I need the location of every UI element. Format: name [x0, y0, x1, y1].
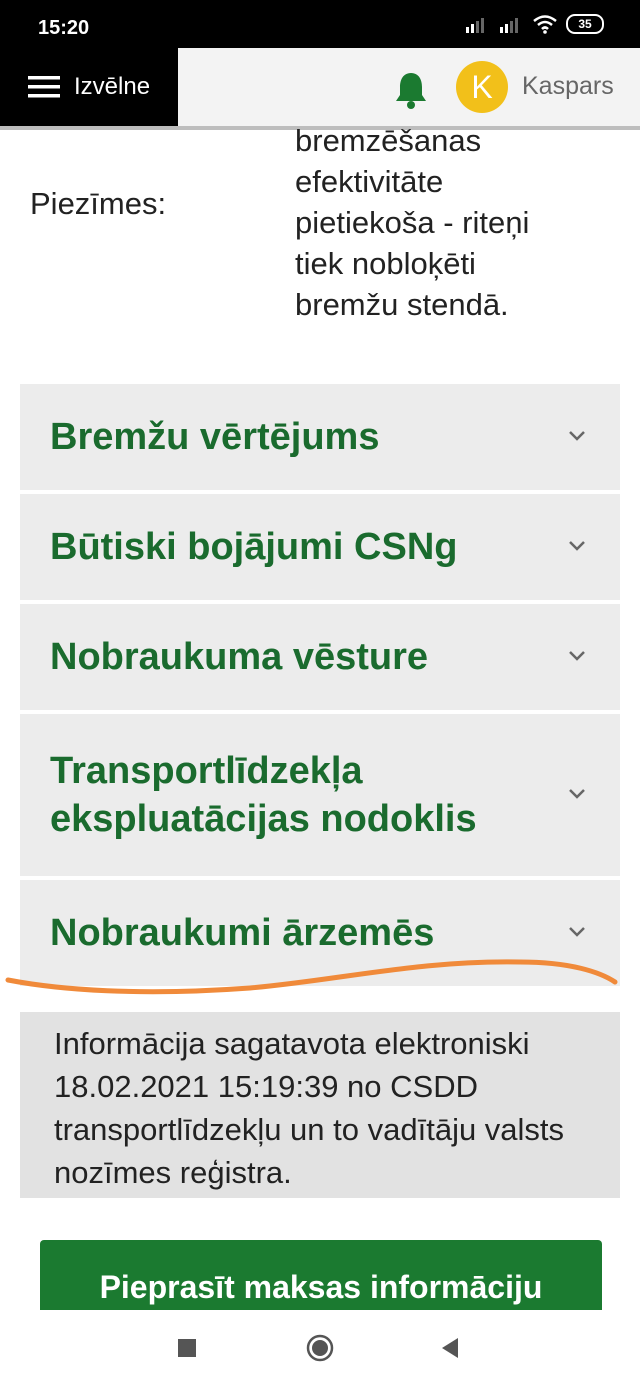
notes-line: pietiekoša - riteņi: [295, 205, 530, 240]
battery-icon: 35: [566, 14, 604, 34]
bell-icon[interactable]: [393, 70, 429, 110]
accordion-major-defects[interactable]: Būtiski bojājumi CSNg: [20, 494, 620, 600]
accordion-title: Bremžu vērtējums: [50, 416, 380, 458]
accordion-title: Nobraukumi ārzemēs: [50, 912, 435, 954]
accordion-brake-rating[interactable]: Bremžu vērtējums: [20, 384, 620, 490]
user-name[interactable]: Kaspars: [522, 72, 614, 101]
notes-label: Piezīmes:: [30, 186, 167, 221]
signal-icon: [466, 18, 484, 33]
request-paid-info-label: Pieprasīt maksas informāciju: [99, 1269, 543, 1305]
chevron-down-icon: [569, 541, 585, 551]
avatar[interactable]: K: [456, 61, 508, 113]
menu-label: Izvēlne: [74, 73, 151, 100]
accordion-mileage-abroad[interactable]: Nobraukumi ārzemēs: [20, 880, 620, 986]
notes-line: efektivitāte: [295, 164, 444, 199]
accordion-title: Būtiski bojājumi CSNg: [50, 526, 458, 568]
accordion-vehicle-tax[interactable]: Transportlīdzekļa ekspluatācijas nodokli…: [20, 714, 620, 876]
recents-icon[interactable]: [178, 1339, 196, 1357]
menu-button[interactable]: Izvēlne: [0, 48, 178, 126]
accordion-title: Transportlīdzekļa ekspluatācijas nodokli…: [50, 750, 477, 840]
chevron-down-icon: [569, 927, 585, 937]
info-notice: Informācija sagatavota elektroniski 18.0…: [20, 1012, 620, 1198]
notes-line: tiek nobloķēti: [295, 246, 476, 281]
chevron-down-icon: [569, 431, 585, 441]
back-icon[interactable]: [440, 1337, 460, 1359]
accordion-mileage-history[interactable]: Nobraukuma vēsture: [20, 604, 620, 710]
chevron-down-icon: [569, 651, 585, 661]
hamburger-icon: [28, 76, 60, 98]
accordion-title: Nobraukuma vēsture: [50, 636, 429, 678]
status-bar: 15:20 35: [0, 0, 640, 48]
signal-icon: [500, 18, 518, 33]
notes-value: bremzēšanas efektivitāte pietiekoša - ri…: [295, 120, 615, 325]
notes-line: bremzēšanas: [295, 123, 482, 158]
wifi-icon: [533, 15, 557, 34]
status-time: 15:20: [38, 17, 90, 39]
home-icon[interactable]: [306, 1334, 334, 1362]
chevron-down-icon: [569, 789, 585, 799]
notes-line: bremžu stendā.: [295, 287, 509, 322]
system-nav-bar: [0, 1310, 640, 1386]
info-text: Informācija sagatavota elektroniski 18.0…: [54, 1026, 565, 1190]
status-icons: 35: [464, 14, 604, 34]
